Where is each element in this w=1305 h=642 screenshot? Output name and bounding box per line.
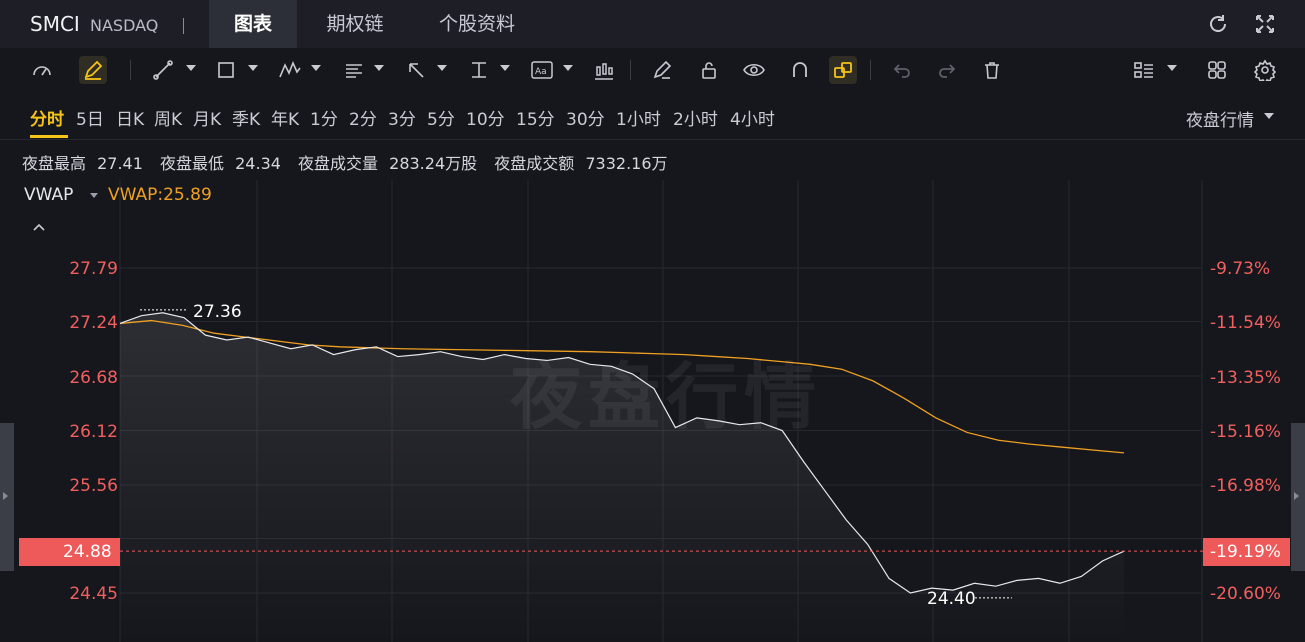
low-annotation: 24.40 [927, 589, 976, 609]
y-tick-right: -9.73% [1210, 259, 1271, 279]
timeframe-7[interactable]: 1分 [310, 105, 338, 130]
session-dropdown[interactable]: 夜盘行情 [1186, 106, 1254, 131]
active-timeframe-underline [30, 135, 68, 138]
y-tick-right: -13.35% [1210, 368, 1281, 388]
pattern-dropdown-icon[interactable] [311, 65, 321, 71]
y-tick-left: 24.45 [69, 584, 118, 604]
timeframe-10[interactable]: 5分 [427, 105, 455, 130]
stat-label: 夜盘最高 [22, 154, 87, 173]
stat-volume: 夜盘成交量 283.24万股 [298, 154, 483, 173]
timeframe-8[interactable]: 2分 [349, 105, 377, 130]
stock-symbol: SMCI [30, 12, 80, 36]
timeframe-1[interactable]: 5日 [76, 105, 104, 130]
high-annotation: 27.36 [193, 302, 242, 322]
divider [0, 139, 1305, 140]
arrow-tool-icon[interactable] [402, 56, 430, 84]
undo-icon[interactable] [888, 56, 916, 84]
exchange-label: NASDAQ [90, 16, 159, 35]
fib-dropdown-icon[interactable] [374, 65, 384, 71]
candle-tool-icon[interactable] [590, 56, 618, 84]
stat-turnover: 夜盘成交额 7332.16万 [494, 154, 673, 173]
rectangle-dropdown-icon[interactable] [248, 65, 258, 71]
tab-chart[interactable]: 图表 [209, 0, 297, 48]
timeframe-4[interactable]: 月K [193, 105, 221, 130]
current-price-tag: 24.88 [19, 538, 120, 566]
y-tick-right: -15.16% [1210, 422, 1281, 442]
lock-icon[interactable] [695, 56, 723, 84]
settings-icon[interactable] [1251, 56, 1279, 84]
visibility-icon[interactable] [740, 56, 768, 84]
timeframe-0[interactable]: 分时 [30, 105, 64, 130]
layout-dropdown-icon[interactable] [1167, 65, 1177, 71]
timeframe-2[interactable]: 日K [116, 105, 144, 130]
timeframe-13[interactable]: 30分 [566, 105, 605, 130]
y-tick-right: -20.60% [1210, 584, 1281, 604]
y-tick-left: 27.79 [69, 259, 118, 279]
timeframe-11[interactable]: 10分 [466, 105, 505, 130]
toolbar-divider [630, 60, 631, 80]
draw-pencil-icon[interactable] [79, 56, 107, 84]
timeframe-15[interactable]: 2小时 [673, 105, 718, 130]
expand-right-icon[interactable] [1294, 492, 1299, 500]
session-dropdown-caret-icon[interactable] [1264, 113, 1274, 119]
rectangle-icon[interactable] [212, 56, 240, 84]
y-tick-left: 25.56 [69, 476, 118, 496]
measure-dropdown-icon[interactable] [500, 65, 510, 71]
eraser-icon[interactable] [648, 56, 676, 84]
trend-line-dropdown-icon[interactable] [186, 65, 196, 71]
tab-options-chain[interactable]: 期权链 [308, 0, 402, 48]
watermark: 夜盘行情 [510, 355, 823, 439]
link-icon[interactable] [829, 56, 857, 84]
timeframe-9[interactable]: 3分 [388, 105, 416, 130]
header-divider [183, 18, 184, 34]
timeframe-6[interactable]: 年K [271, 105, 299, 130]
text-dropdown-icon[interactable] [563, 65, 573, 71]
timeframe-16[interactable]: 4小时 [730, 105, 775, 130]
stat-label: 夜盘成交额 [494, 154, 575, 173]
indicator-gauge-icon[interactable] [28, 56, 56, 84]
magnet-icon[interactable] [786, 56, 814, 84]
y-tick-left: 26.68 [69, 368, 118, 388]
timeframe-5[interactable]: 季K [232, 105, 260, 130]
fullscreen-icon[interactable] [1253, 12, 1277, 36]
stat-label: 夜盘成交量 [298, 154, 379, 173]
grid-icon[interactable] [1203, 56, 1231, 84]
timeframe-14[interactable]: 1小时 [616, 105, 661, 130]
stat-low: 夜盘最低 24.34 [160, 154, 287, 173]
delete-icon[interactable] [978, 56, 1006, 84]
measure-tool-icon[interactable] [465, 56, 493, 84]
fib-channel-icon[interactable] [340, 56, 368, 84]
stat-value: 7332.16万 [585, 154, 668, 173]
stat-high: 夜盘最高 27.41 [22, 154, 149, 173]
timeframe-3[interactable]: 周K [154, 105, 182, 130]
session-stats: 夜盘最高 27.41 夜盘最低 24.34 夜盘成交量 283.24万股 夜盘成… [22, 150, 680, 174]
y-tick-right: -16.98% [1210, 476, 1281, 496]
current-change-tag: -19.19% [1203, 538, 1290, 566]
toolbar-divider [130, 60, 131, 80]
refresh-icon[interactable] [1206, 12, 1230, 36]
arrow-dropdown-icon[interactable] [437, 65, 447, 71]
stat-label: 夜盘最低 [160, 154, 225, 173]
y-tick-left: 27.24 [69, 313, 118, 333]
header-bar: SMCI NASDAQ 图表 期权链 个股资料 [0, 0, 1305, 48]
layout-list-icon[interactable] [1130, 56, 1158, 84]
redo-icon[interactable] [933, 56, 961, 84]
stat-value: 27.41 [97, 154, 143, 173]
toolbar-divider [870, 60, 871, 80]
expand-left-icon[interactable] [3, 492, 8, 500]
y-tick-left: 26.12 [69, 422, 118, 442]
trend-line-icon[interactable] [149, 56, 177, 84]
y-tick-right: -11.54% [1210, 313, 1281, 333]
timeframe-12[interactable]: 15分 [516, 105, 555, 130]
svg-text:Aa: Aa [535, 67, 547, 77]
pattern-icon[interactable] [276, 56, 304, 84]
tab-company-profile[interactable]: 个股资料 [420, 0, 534, 48]
stat-value: 24.34 [235, 154, 281, 173]
stat-value: 283.24万股 [389, 154, 478, 173]
text-tool-icon[interactable]: Aa [528, 56, 556, 84]
